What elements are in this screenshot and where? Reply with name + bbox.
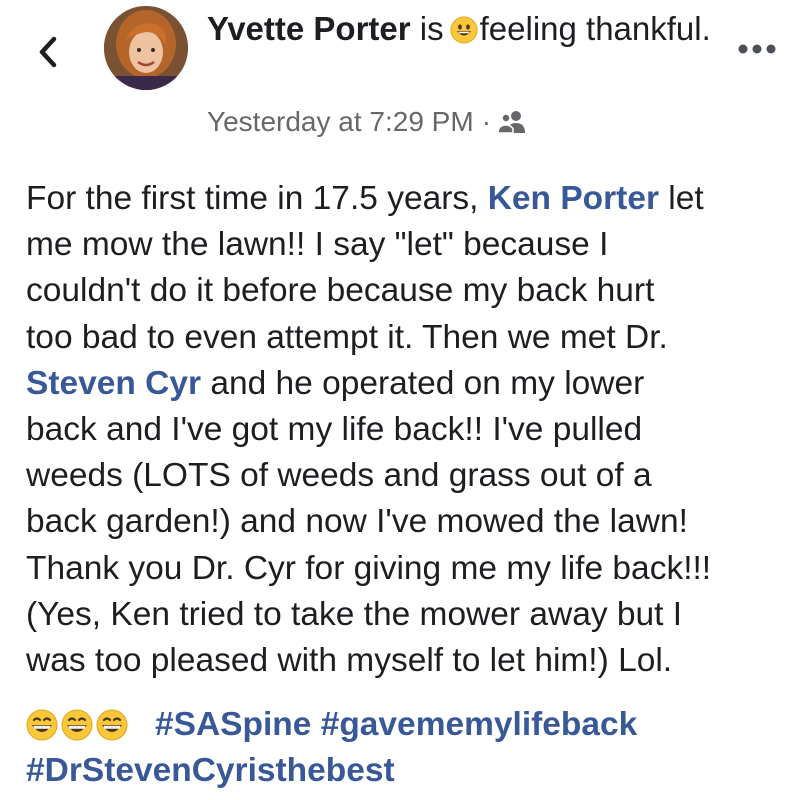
hashtag-gavememylifeback[interactable]: #gavememylifeback	[321, 706, 638, 743]
hashtag-line: #SASpine #gavememylifeback #DrStevenCyris…	[26, 702, 786, 794]
hashtag-drstevencyristhebest[interactable]: #DrStevenCyristhebest	[26, 752, 395, 789]
grinning-face-icon	[450, 16, 478, 44]
grinning-squinting-face-icon	[96, 709, 128, 741]
friends-icon[interactable]	[497, 110, 527, 134]
author-name[interactable]: Yvette Porter	[207, 10, 411, 47]
post-text-part-3: and he operated on my lower back and I'v…	[26, 364, 712, 680]
timestamp[interactable]: Yesterday at 7:29 PM	[207, 106, 474, 137]
chevron-left-icon	[39, 36, 57, 68]
mention-steven-cyr[interactable]: Steven Cyr	[26, 365, 201, 402]
grinning-squinting-face-icon	[26, 709, 58, 741]
hashtag-saspine[interactable]: #SASpine	[155, 706, 311, 743]
post-text-part-1: For the first time in 17.5 years,	[26, 180, 488, 217]
grinning-squinting-face-icon	[61, 709, 93, 741]
activity-text[interactable]: feeling thankful.	[480, 10, 711, 47]
meta-separator: ·	[481, 106, 492, 137]
back-button[interactable]	[32, 34, 68, 70]
avatar[interactable]	[104, 6, 188, 90]
activity-prefix: is	[419, 10, 444, 47]
mention-ken-porter[interactable]: Ken Porter	[488, 180, 659, 217]
post-meta: Yesterday at 7:29 PM ·	[207, 102, 527, 142]
more-options-button[interactable]	[736, 42, 778, 56]
post-header: Yvette Porter is feeling thankful.	[207, 8, 727, 50]
post-text: For the first time in 17.5 years, Ken Po…	[26, 176, 786, 684]
profile-photo	[104, 6, 188, 90]
more-dots-icon	[738, 44, 776, 54]
